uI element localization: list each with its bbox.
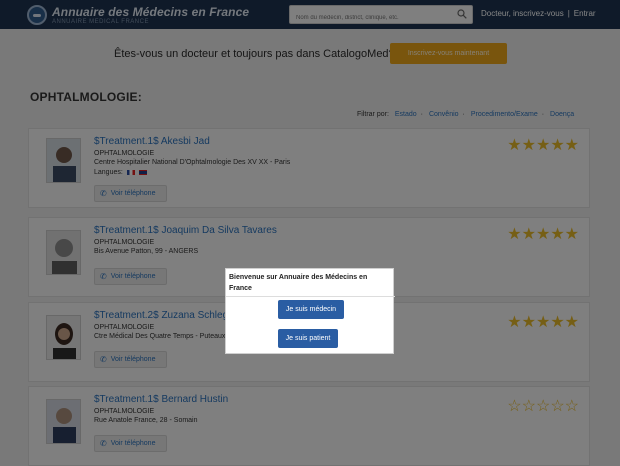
i-am-doctor-button[interactable]: Je suis médecin	[278, 300, 344, 319]
i-am-patient-button[interactable]: Je suis patient	[278, 329, 338, 348]
welcome-modal: Bienvenue sur Annuaire des Médecins en F…	[225, 268, 395, 354]
modal-divider	[226, 296, 395, 297]
modal-title: Bienvenue sur Annuaire des Médecins en F…	[229, 274, 368, 292]
modal-backdrop[interactable]	[0, 0, 620, 466]
